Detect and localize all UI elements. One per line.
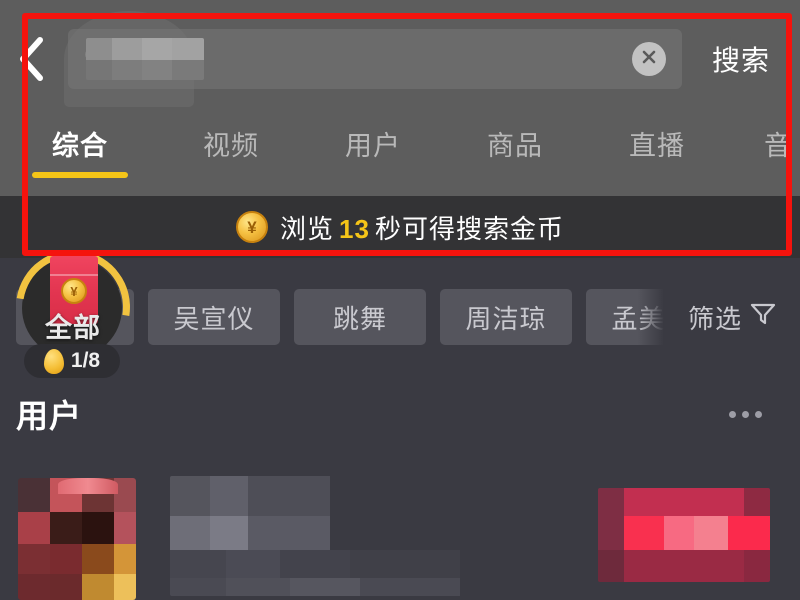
- coin-banner-text-after: 秒可得搜索金币: [374, 213, 564, 244]
- tab-zonghe[interactable]: 综合: [0, 104, 160, 196]
- tab-shipin[interactable]: 视频: [160, 104, 302, 196]
- envelope-progress-text: 1/8: [70, 349, 101, 372]
- tab-label: 视频: [203, 131, 259, 161]
- chip-wuxuanyi[interactable]: 吴宣仪: [148, 289, 280, 345]
- filter-button[interactable]: 筛选: [638, 288, 800, 346]
- gold-coin-icon: ¥: [236, 211, 269, 243]
- filter-button-label: 筛选: [687, 303, 742, 334]
- coin-banner-text: 浏览 13 秒可得搜索金币: [280, 209, 564, 246]
- coin-banner-text-before: 浏览: [280, 213, 335, 244]
- envelope-coin-icon: ¥: [61, 278, 87, 304]
- back-button[interactable]: [0, 26, 62, 92]
- red-envelope-widget[interactable]: ¥ 全部 1/8: [0, 227, 153, 387]
- top-bar-region: 搜索 综合 视频 用户 商品 直播 音: [0, 0, 800, 196]
- section-title: 用户: [16, 398, 83, 434]
- tab-active-underline: [32, 172, 128, 178]
- tab-shangpin[interactable]: 商品: [444, 104, 586, 196]
- search-submit-button[interactable]: 搜索: [682, 26, 800, 92]
- envelope-progress-badge: 1/8: [24, 344, 120, 378]
- more-horizontal-icon[interactable]: [729, 410, 784, 418]
- chevron-left-icon: [16, 36, 46, 82]
- search-bar-row: 搜索: [0, 11, 800, 107]
- tab-label: 商品: [487, 131, 543, 161]
- chip-label: 周洁琼: [465, 303, 547, 334]
- close-icon: [640, 48, 658, 71]
- chip-label: 吴宣仪: [173, 303, 255, 334]
- tab-label: 用户: [345, 131, 401, 161]
- dot: [755, 410, 762, 418]
- result-name-censored: [170, 476, 470, 596]
- result-thumbnail-censored: [598, 488, 770, 582]
- chip-zhoujieqiong[interactable]: 周洁琼: [440, 289, 572, 345]
- chip-tiaowu[interactable]: 跳舞: [294, 289, 426, 345]
- envelope-label: 全部: [45, 313, 101, 343]
- result-avatar-censored: [18, 478, 136, 600]
- search-query-censored: [86, 38, 204, 80]
- avatar-highlight: [58, 478, 118, 494]
- dot: [729, 410, 736, 418]
- coin-banner-seconds: 13: [339, 213, 370, 244]
- search-tabs: 综合 视频 用户 商品 直播 音: [0, 104, 800, 196]
- tab-zhibo[interactable]: 直播: [586, 104, 728, 196]
- section-header-users: 用户: [16, 388, 784, 440]
- funnel-icon: [750, 302, 776, 333]
- tab-yonghu[interactable]: 用户: [302, 104, 444, 196]
- tab-yinyue-partial[interactable]: 音: [728, 104, 800, 196]
- chip-label: 跳舞: [332, 303, 387, 334]
- dot: [742, 410, 749, 418]
- tab-label: 音: [764, 131, 792, 161]
- clear-search-button[interactable]: [632, 42, 666, 76]
- user-result-row[interactable]: [0, 470, 800, 600]
- app-screen: 搜索 综合 视频 用户 商品 直播 音 ¥ 浏览 13 秒可得搜索金币 吴宣仪 …: [0, 0, 800, 600]
- tab-label: 综合: [52, 131, 108, 161]
- search-input[interactable]: [64, 11, 682, 107]
- tab-label: 直播: [629, 131, 685, 161]
- gold-egg-icon: [43, 348, 64, 374]
